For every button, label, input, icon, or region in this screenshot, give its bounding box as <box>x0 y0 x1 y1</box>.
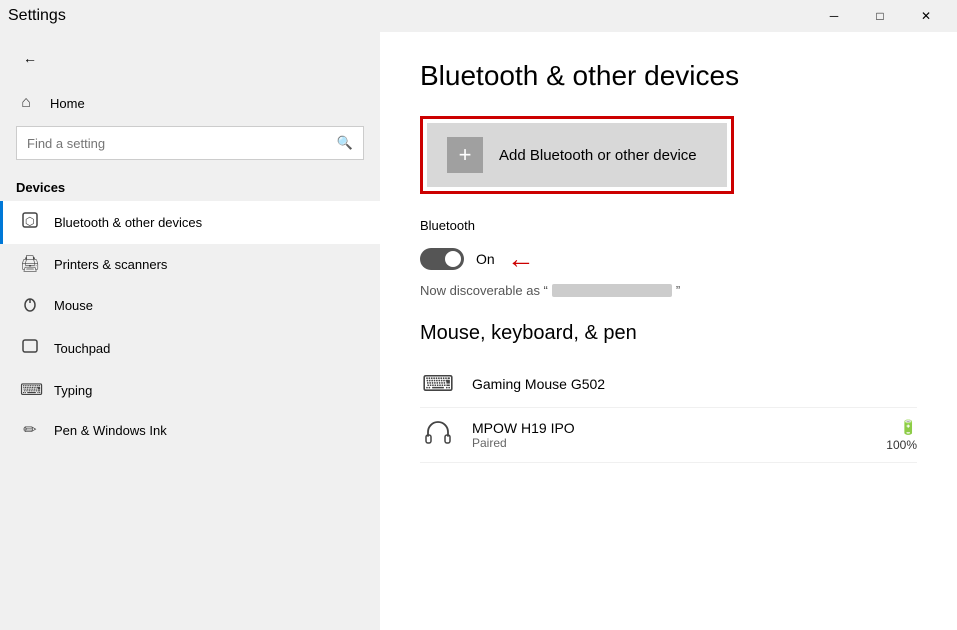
sidebar-pen-label: Pen & Windows Ink <box>54 423 167 438</box>
minimize-button[interactable]: ─ <box>811 0 857 32</box>
main-layout: ← Home 🔍 Devices ⬡ Bluetooth & other dev… <box>0 32 957 630</box>
page-title: Bluetooth & other devices <box>420 60 917 92</box>
sidebar-item-mouse[interactable]: Mouse <box>0 284 380 327</box>
svg-text:⬡: ⬡ <box>25 216 35 228</box>
discoverable-prefix: Now discoverable as “ <box>420 283 548 298</box>
sidebar-item-home[interactable]: Home <box>0 84 380 122</box>
titlebar-left: Settings <box>8 7 66 25</box>
keyboard-device-icon: ⌨ <box>420 371 456 397</box>
sidebar-touchpad-label: Touchpad <box>54 341 110 356</box>
touchpad-icon <box>20 337 40 360</box>
back-icon: ← <box>23 50 37 66</box>
bluetooth-toggle-row: On ← <box>420 243 917 275</box>
titlebar-title: Settings <box>8 7 66 25</box>
home-label: Home <box>50 96 85 111</box>
device-status-mpow: Paired <box>472 436 870 450</box>
plus-icon: + <box>447 137 483 173</box>
sidebar-item-printers[interactable]: 🖨 Printers & scanners <box>0 244 380 284</box>
discoverable-suffix: ” <box>676 283 680 298</box>
toggle-on-label: On <box>476 251 495 267</box>
sidebar-bluetooth-label: Bluetooth & other devices <box>54 215 202 230</box>
device-name-blurred <box>552 284 672 297</box>
arrow-annotation: ← <box>507 243 535 275</box>
device-item-mpow[interactable]: MPOW H19 IPO Paired 🔋 100% <box>420 408 917 463</box>
battery-icon: 🔋 <box>900 419 917 436</box>
sidebar-printers-label: Printers & scanners <box>54 257 167 272</box>
sidebar-typing-label: Typing <box>54 383 92 398</box>
typing-icon: ⌨ <box>20 380 40 400</box>
add-device-button[interactable]: + Add Bluetooth or other device <box>427 123 727 187</box>
device-item-gaming-mouse[interactable]: ⌨ Gaming Mouse G502 <box>420 361 917 408</box>
mouse-keyboard-section-heading: Mouse, keyboard, & pen <box>420 322 917 345</box>
device-name-mpow: MPOW H19 IPO <box>472 420 870 436</box>
bluetooth-icon: ⬡ <box>20 211 40 234</box>
sidebar-item-pen[interactable]: ✏ Pen & Windows Ink <box>0 410 380 450</box>
add-device-label: Add Bluetooth or other device <box>499 147 697 164</box>
sidebar-item-touchpad[interactable]: Touchpad <box>0 327 380 370</box>
device-battery-mpow: 🔋 100% <box>886 419 917 452</box>
pen-icon: ✏ <box>20 420 40 440</box>
device-info-gaming-mouse: Gaming Mouse G502 <box>472 376 917 392</box>
discoverable-text: Now discoverable as “ ” <box>420 283 917 298</box>
maximize-button[interactable]: □ <box>857 0 903 32</box>
headphone-device-icon <box>420 418 456 452</box>
device-info-mpow: MPOW H19 IPO Paired <box>472 420 870 450</box>
add-device-highlight: + Add Bluetooth or other device <box>420 116 734 194</box>
printer-icon: 🖨 <box>20 254 40 274</box>
toggle-thumb <box>445 251 461 267</box>
close-button[interactable]: ✕ <box>903 0 949 32</box>
device-name-gaming-mouse: Gaming Mouse G502 <box>472 376 917 392</box>
sidebar: ← Home 🔍 Devices ⬡ Bluetooth & other dev… <box>0 32 380 630</box>
sidebar-section-label: Devices <box>0 172 380 201</box>
content-area: Bluetooth & other devices + Add Bluetoot… <box>380 32 957 630</box>
sidebar-item-typing[interactable]: ⌨ Typing <box>0 370 380 410</box>
bluetooth-section-title: Bluetooth <box>420 218 917 233</box>
sidebar-item-bluetooth[interactable]: ⬡ Bluetooth & other devices <box>0 201 380 244</box>
mouse-icon <box>20 294 40 317</box>
titlebar-controls: ─ □ ✕ <box>811 0 949 32</box>
search-icon: 🔍 <box>337 135 353 151</box>
battery-percentage: 100% <box>886 438 917 452</box>
search-box: 🔍 <box>16 126 364 160</box>
titlebar: Settings ─ □ ✕ <box>0 0 957 32</box>
sidebar-nav-top: ← <box>0 32 380 84</box>
bluetooth-toggle[interactable] <box>420 248 464 270</box>
search-input[interactable] <box>27 136 329 151</box>
sidebar-mouse-label: Mouse <box>54 298 93 313</box>
home-icon <box>16 94 36 112</box>
back-button[interactable]: ← <box>16 44 44 72</box>
